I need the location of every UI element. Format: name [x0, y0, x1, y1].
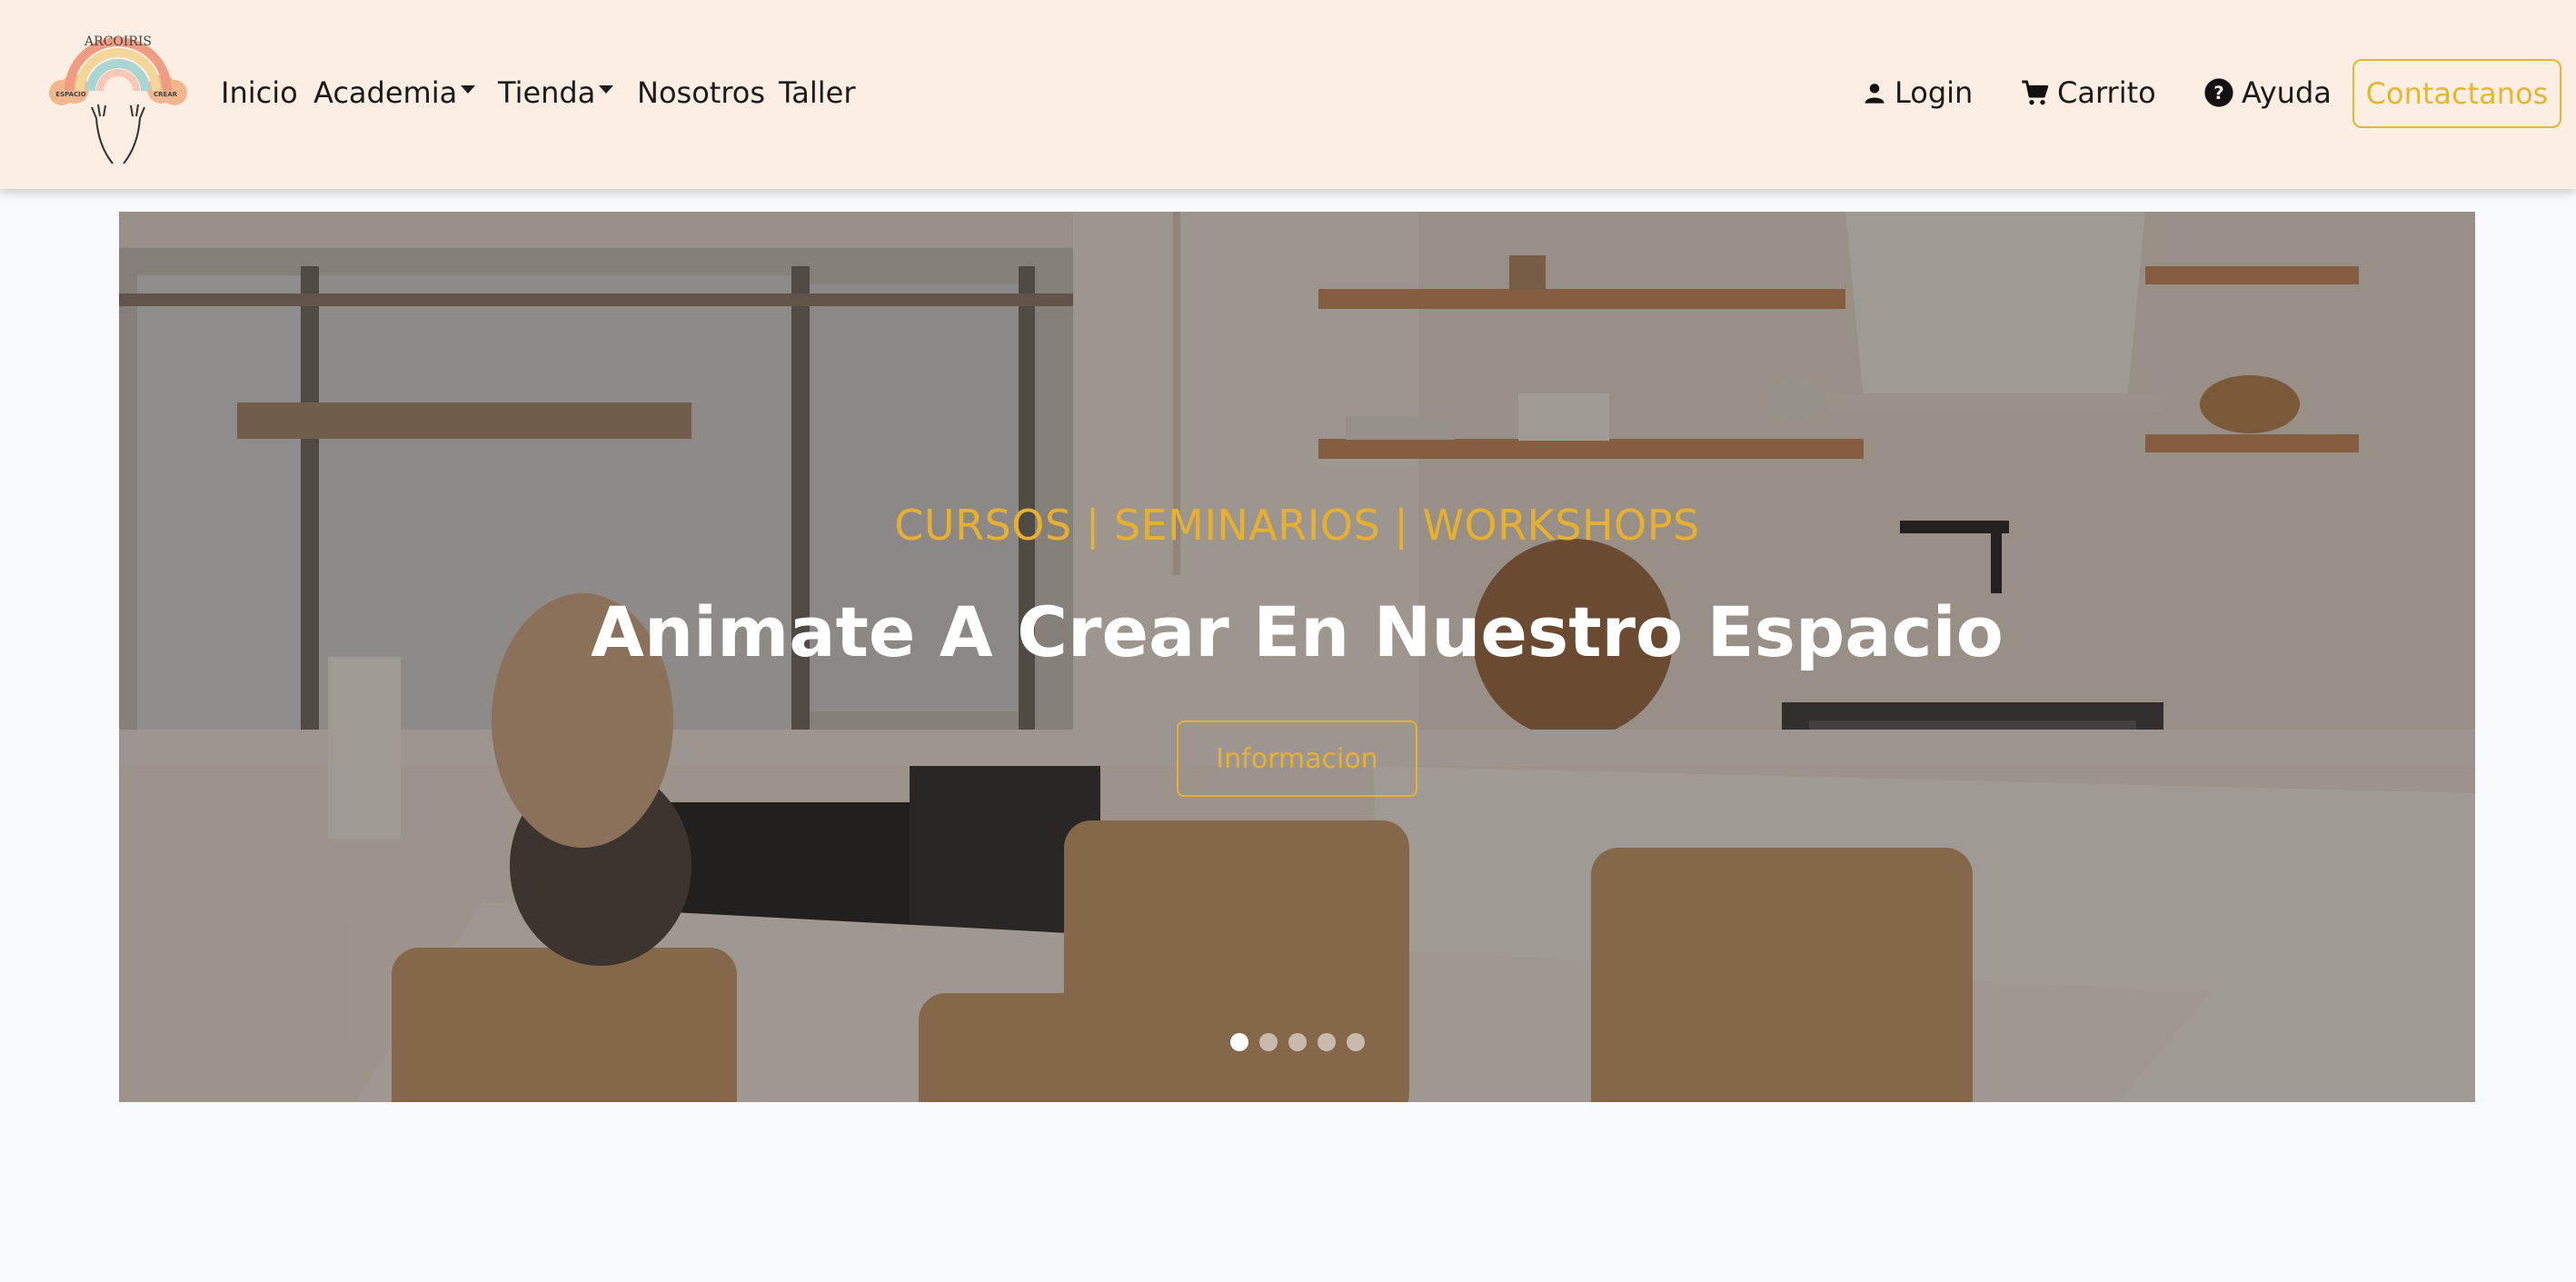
caret-down-icon: [599, 84, 614, 94]
nav-inicio[interactable]: Inicio: [221, 65, 298, 120]
nav-ayuda-label: Ayuda: [2242, 75, 2332, 110]
contactanos-button[interactable]: Contactanos: [2352, 59, 2561, 128]
hero-title: Animate A Crear En Nuestro Espacio: [591, 591, 2004, 672]
logo-icon: ARCOIRIS ESPACIO CREAR: [49, 35, 187, 164]
nav-taller[interactable]: Taller: [779, 65, 855, 120]
nav-login-label: Login: [1895, 75, 1974, 110]
carousel-indicator-1[interactable]: [1229, 1033, 1248, 1051]
nav-nosotros-label: Nosotros: [637, 75, 766, 110]
hero-subtitle: CURSOS | SEMINARIOS | WORKSHOPS: [894, 501, 1700, 550]
nav-academia-label: Academia: [313, 75, 458, 110]
nav-nosotros[interactable]: Nosotros: [637, 65, 765, 120]
brand-logo[interactable]: ARCOIRIS ESPACIO CREAR: [42, 18, 194, 171]
nav-academia-dropdown[interactable]: Academia: [313, 65, 476, 120]
help-circle-icon: ?: [2203, 77, 2234, 108]
svg-text:CREAR: CREAR: [154, 91, 178, 98]
carousel-indicator-2[interactable]: [1258, 1033, 1278, 1051]
svg-text:ESPACIO: ESPACIO: [55, 91, 85, 98]
nav-carrito-label: Carrito: [2057, 75, 2156, 110]
carousel-indicator-4[interactable]: [1317, 1033, 1336, 1051]
cart-icon: [2021, 78, 2050, 107]
nav-tienda-label: Tienda: [498, 75, 596, 110]
hero-caption: CURSOS | SEMINARIOS | WORKSHOPS Animate …: [119, 212, 2475, 1102]
carousel-indicators: [119, 1033, 2475, 1051]
user-icon: [1862, 80, 1887, 105]
carousel-indicator-3[interactable]: [1288, 1033, 1307, 1051]
navbar: ARCOIRIS ESPACIO CREAR Inicio Academia T…: [0, 0, 2576, 189]
nav-tienda-dropdown[interactable]: Tienda: [498, 65, 614, 120]
caret-down-icon: [461, 84, 476, 94]
svg-text:?: ?: [2213, 83, 2224, 104]
nav-taller-label: Taller: [779, 75, 856, 110]
svg-text:ARCOIRIS: ARCOIRIS: [84, 35, 152, 49]
nav-ayuda[interactable]: ? Ayuda: [2203, 65, 2332, 120]
nav-carrito[interactable]: Carrito: [2021, 65, 2156, 120]
nav-login[interactable]: Login: [1862, 65, 1973, 120]
informacion-button[interactable]: Informacion: [1177, 721, 1417, 797]
nav-inicio-label: Inicio: [221, 75, 298, 110]
hero-carousel: CURSOS | SEMINARIOS | WORKSHOPS Animate …: [119, 212, 2475, 1102]
carousel-indicator-5[interactable]: [1346, 1033, 1365, 1051]
